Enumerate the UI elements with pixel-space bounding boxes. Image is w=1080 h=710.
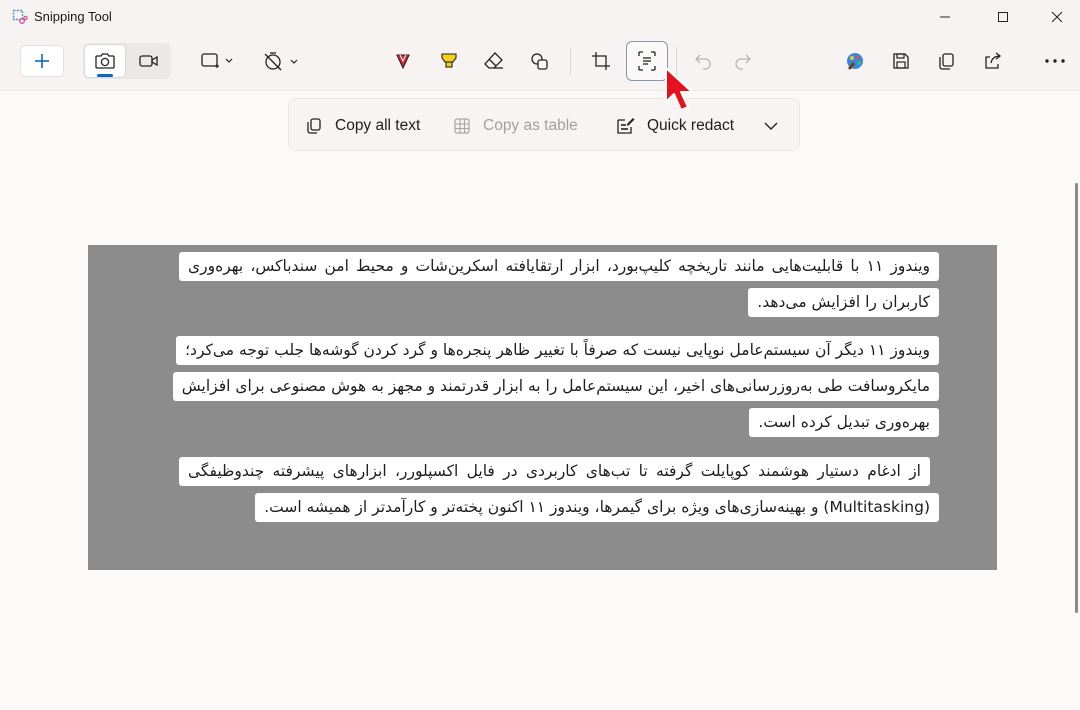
camera-icon — [95, 53, 115, 69]
close-button[interactable] — [1034, 0, 1080, 34]
detected-text-paragraph[interactable]: از ادغام دستیار هوشمند کوپایلت گرفته تا … — [179, 453, 939, 525]
screenshot-mode-button[interactable] — [84, 44, 126, 78]
detected-text-paragraph[interactable]: ویندوز ۱۱ با قابلیت‌هایی مانند تاریخچه ک… — [179, 248, 940, 320]
mouse-pointer-icon — [665, 67, 693, 111]
save-icon — [893, 53, 909, 69]
chevron-down-icon — [764, 122, 778, 130]
delay-dropdown[interactable] — [256, 44, 304, 78]
crop-icon — [592, 52, 610, 70]
save-button[interactable] — [884, 45, 918, 77]
quick-redact-label: Quick redact — [647, 116, 735, 134]
window-title: Snipping Tool — [34, 9, 112, 24]
snipping-tool-window: Snipping Tool Copy all text Copy as tabl… — [0, 0, 1080, 710]
snipping-tool-app-icon — [12, 9, 28, 24]
text-action-bar: Copy all text Copy as table Quick redact — [288, 98, 800, 151]
red-pen-icon — [396, 54, 410, 70]
toolbar-separator — [570, 47, 571, 75]
toolbar-divider — [0, 90, 1080, 91]
rectangle-snip-icon — [201, 53, 233, 68]
redo-icon — [735, 54, 751, 70]
share-icon — [985, 52, 1002, 69]
minimize-button[interactable] — [922, 0, 968, 34]
copy-all-text-button[interactable]: Copy all text — [305, 99, 420, 152]
title-bar: Snipping Tool — [0, 0, 1080, 34]
close-icon — [1051, 11, 1063, 23]
text-actions-icon — [638, 51, 656, 71]
paragraph-text: ویندوز ۱۱ با قابلیت‌هایی مانند تاریخچه ک… — [179, 252, 940, 317]
eraser-icon — [484, 52, 503, 69]
eraser-button[interactable] — [477, 45, 511, 77]
minimize-icon — [940, 16, 950, 18]
new-snip-button[interactable] — [20, 45, 64, 77]
video-mode-button[interactable] — [128, 44, 170, 78]
open-with-paint-button[interactable] — [838, 45, 872, 77]
quick-redact-dropdown[interactable] — [763, 99, 779, 152]
screenshot-canvas: ویندوز ۱۱ با قابلیت‌هایی مانند تاریخچه ک… — [88, 245, 997, 570]
vertical-scrollbar[interactable] — [1075, 183, 1078, 613]
more-options-button[interactable] — [1038, 45, 1072, 77]
copy-all-text-label: Copy all text — [335, 116, 421, 134]
shapes-button[interactable] — [523, 45, 557, 77]
more-icon — [1045, 59, 1065, 63]
copy-as-table-button[interactable]: Copy as table — [453, 99, 578, 152]
share-button[interactable] — [975, 45, 1009, 77]
active-mode-indicator — [97, 74, 113, 77]
copy-as-table-label: Copy as table — [483, 116, 578, 134]
paragraph-text: ویندوز ۱۱ دیگر آن سیستم‌عامل نوپایی نیست… — [172, 336, 939, 437]
crop-button[interactable] — [584, 45, 618, 77]
shapes-icon — [531, 53, 548, 70]
copy-button[interactable] — [929, 45, 963, 77]
paint-icon — [847, 53, 863, 70]
timer-off-icon — [264, 52, 298, 71]
plus-icon — [35, 54, 49, 68]
copy-icon — [307, 117, 321, 134]
video-icon — [139, 55, 158, 67]
detected-text-paragraph[interactable]: ویندوز ۱۱ دیگر آن سیستم‌عامل نوپایی نیست… — [172, 332, 939, 440]
redo-button[interactable] — [726, 45, 760, 77]
paragraph-text: از ادغام دستیار هوشمند کوپایلت گرفته تا … — [179, 457, 939, 522]
highlighter-icon — [441, 53, 457, 68]
redact-icon — [617, 117, 635, 134]
highlighter-button[interactable] — [432, 45, 466, 77]
red-pen-button[interactable] — [386, 45, 420, 77]
snip-shape-dropdown[interactable] — [193, 44, 239, 78]
maximize-button[interactable] — [980, 0, 1026, 34]
maximize-icon — [998, 12, 1008, 22]
table-icon — [454, 117, 470, 134]
copy-icon — [939, 53, 954, 70]
